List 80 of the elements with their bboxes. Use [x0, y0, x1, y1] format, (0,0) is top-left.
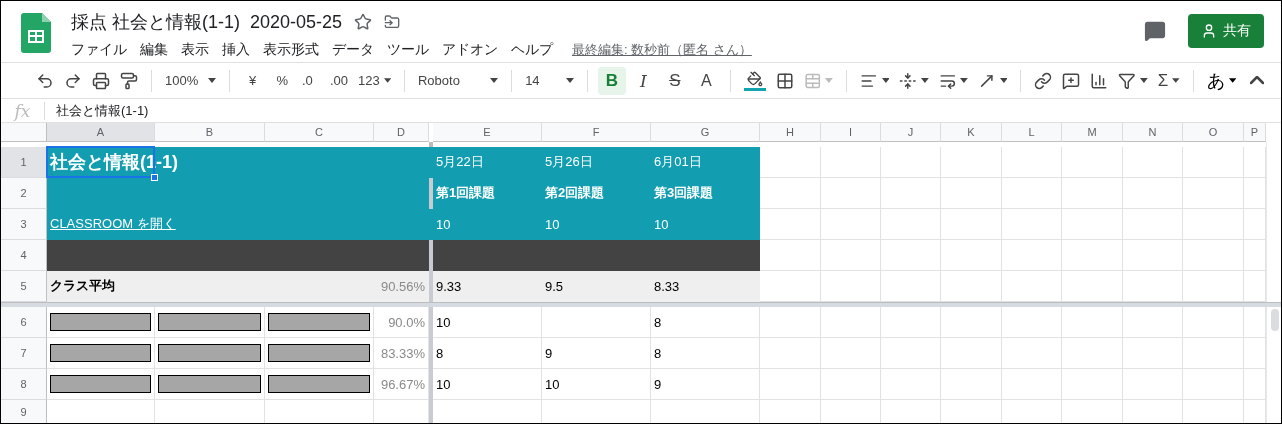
formula-field[interactable]: 社会と情報(1-1) — [56, 101, 149, 120]
table-cell: 83.33% — [374, 338, 429, 369]
table-cell: 8 — [651, 338, 760, 369]
column-header[interactable]: L — [1002, 123, 1062, 142]
table-cell-text: 第3回課題 — [653, 184, 715, 202]
decrease-decimals-button[interactable]: .0 — [299, 66, 323, 95]
table-cell: 10 — [433, 307, 542, 338]
table-cell-text: 第1回課題 — [435, 184, 497, 202]
table-cell: 8 — [433, 338, 542, 369]
row-header[interactable]: 2 — [1, 178, 47, 209]
table-cell-text: CLASSROOM を開く — [49, 215, 177, 233]
table-cell-text: 5月22日 — [435, 153, 485, 171]
table-cell-text: 6月01日 — [653, 153, 703, 171]
bold-button[interactable]: B — [598, 66, 626, 95]
column-header[interactable]: F — [542, 123, 651, 142]
menu-item[interactable]: ヘルプ — [511, 39, 559, 61]
row-header[interactable]: 6 — [1, 307, 47, 338]
increase-decimals-button[interactable]: .00 — [327, 66, 351, 95]
document-title[interactable]: 採点 社会と情報(1-1) 2020-05-25 — [71, 10, 343, 34]
table-cell-text: 90.56% — [379, 277, 426, 296]
last-edit-link[interactable]: 最終編集: 数秒前（匿名 さん） — [572, 41, 752, 59]
table-cell: 10 — [433, 369, 542, 400]
column-header[interactable]: M — [1062, 123, 1123, 142]
table-cell: 9 — [542, 338, 651, 369]
italic-button[interactable]: I — [629, 66, 658, 95]
strikethrough-button[interactable]: S — [661, 66, 689, 95]
menu-item[interactable]: 編集 — [140, 39, 174, 61]
currency-button[interactable]: ¥ — [239, 66, 266, 95]
text-color-button[interactable]: A — [692, 66, 721, 95]
column-header[interactable]: E — [433, 123, 542, 142]
menu-item[interactable]: ツール — [387, 39, 435, 61]
menu-item[interactable]: アドオン — [442, 39, 504, 61]
menu-item[interactable]: 挿入 — [222, 39, 256, 61]
column-header[interactable]: O — [1183, 123, 1244, 142]
zoom-dropdown[interactable]: 100% — [162, 66, 219, 95]
table-cell: 9 — [651, 369, 760, 400]
row-header[interactable]: 5 — [1, 271, 47, 302]
functions-button[interactable]: Σ — [1154, 66, 1183, 95]
table-cell-text: 第2回課題 — [544, 184, 606, 202]
column-header[interactable]: K — [941, 123, 1002, 142]
column-header[interactable]: I — [821, 123, 881, 142]
table-cell-text: 10 — [653, 215, 670, 234]
formula-label: fx — [1, 101, 45, 120]
column-header[interactable]: J — [881, 123, 941, 142]
table-cell-text: 10 — [544, 215, 561, 234]
column-header[interactable]: P — [1244, 123, 1266, 142]
table-cell: 10 — [542, 369, 651, 400]
row-header[interactable]: 8 — [1, 369, 47, 400]
table-cell-text: 8.33 — [653, 277, 681, 296]
column-header[interactable]: B — [155, 123, 265, 142]
row-header[interactable]: 4 — [1, 240, 47, 271]
number-format-dropdown[interactable]: 123 — [355, 66, 394, 95]
share-button[interactable]: 共有 — [1188, 14, 1264, 48]
percent-button[interactable]: % — [269, 66, 295, 95]
table-cell: 90.0% — [374, 307, 429, 338]
input-tools-button[interactable]: あ — [1203, 66, 1240, 95]
table-cell-text: クラス平均 — [49, 277, 116, 295]
font-dropdown[interactable]: Roboto — [414, 66, 502, 95]
column-header[interactable]: D — [374, 123, 429, 142]
table-cell: 社会と情報(1-1) — [47, 147, 429, 178]
menu-item[interactable]: データ — [332, 39, 380, 61]
menu-item[interactable]: ファイル — [71, 39, 133, 61]
column-header[interactable]: N — [1123, 123, 1183, 142]
row-header[interactable]: 9 — [1, 400, 47, 423]
column-header[interactable]: A — [47, 123, 155, 142]
menu-item[interactable]: 表示 — [181, 39, 215, 61]
column-header[interactable]: H — [760, 123, 821, 142]
column-header[interactable]: C — [265, 123, 374, 142]
table-cell-text: 9.33 — [435, 277, 463, 296]
table-cell: 96.67% — [374, 369, 429, 400]
menu-item[interactable]: 表示形式 — [263, 39, 325, 61]
row-header[interactable]: 3 — [1, 209, 47, 240]
table-cell-text: 9.5 — [544, 277, 565, 296]
table-cell-text: 10 — [435, 215, 452, 234]
row-header[interactable]: 1 — [1, 147, 47, 178]
table-cell-text: 5月26日 — [544, 153, 594, 171]
column-header[interactable]: G — [651, 123, 760, 142]
row-header[interactable]: 7 — [1, 338, 47, 369]
font-size-dropdown[interactable]: 14 — [522, 66, 578, 95]
table-cell: 8 — [651, 307, 760, 338]
